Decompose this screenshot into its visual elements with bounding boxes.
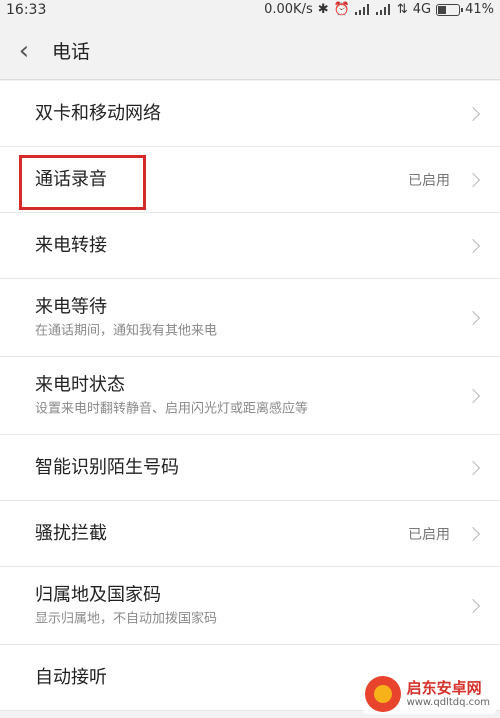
settings-item-call-waiting[interactable]: 来电等待 在通话期间，通知我有其他来电 xyxy=(0,279,500,357)
chevron-right-icon xyxy=(465,526,481,541)
battery-percent: 41% xyxy=(465,2,494,17)
chevron-right-icon xyxy=(465,598,481,613)
header: ‹ 电话 xyxy=(0,22,500,80)
chevron-right-icon xyxy=(465,460,481,475)
item-title: 智能识别陌生号码 xyxy=(35,456,179,478)
watermark: 启东安卓网 www.qdltdq.com xyxy=(362,674,496,714)
chevron-right-icon xyxy=(465,106,481,121)
item-subtitle: 显示归属地，不自动加拨国家码 xyxy=(35,611,218,626)
settings-item-harassment-block[interactable]: 骚扰拦截 已启用 xyxy=(0,501,500,567)
chevron-right-icon xyxy=(465,172,481,187)
chevron-right-icon xyxy=(465,238,481,253)
status-time: 16:33 xyxy=(6,2,47,18)
item-title: 来电转接 xyxy=(35,234,107,256)
item-title: 自动接听 xyxy=(35,666,107,688)
status-icons: 0.00K/s ✱ ⏰ ⇅ 4G 41% xyxy=(264,2,494,17)
settings-item-dual-sim[interactable]: 双卡和移动网络 xyxy=(0,81,500,147)
signal-icon xyxy=(354,4,371,15)
watermark-name: 启东安卓网 xyxy=(406,679,482,697)
item-title: 归属地及国家码 xyxy=(35,584,161,605)
item-title: 骚扰拦截 xyxy=(35,522,107,544)
bluetooth-icon: ✱ xyxy=(317,2,329,17)
item-subtitle: 设置来电时翻转静音、启用闪光灯或距离感应等 xyxy=(35,401,309,416)
highlight-box xyxy=(19,155,146,210)
back-button[interactable]: ‹ xyxy=(2,22,46,80)
settings-item-smart-identify[interactable]: 智能识别陌生号码 xyxy=(0,435,500,501)
item-subtitle: 在通话期间，通知我有其他来电 xyxy=(35,323,218,338)
item-title: 来电时状态 xyxy=(35,374,125,395)
chevron-left-icon: ‹ xyxy=(18,35,30,66)
signal-icon-2 xyxy=(375,4,392,15)
battery-icon xyxy=(436,3,464,16)
status-bar: 16:33 0.00K/s ✱ ⏰ ⇅ 4G 41% xyxy=(0,0,500,22)
settings-item-incoming-call-state[interactable]: 来电时状态 设置来电时翻转静音、启用闪光灯或距离感应等 xyxy=(0,357,500,435)
net-speed: 0.00K/s xyxy=(264,2,313,17)
watermark-url: www.qdltdq.com xyxy=(406,697,490,708)
battery-fill xyxy=(438,5,447,14)
settings-item-call-forwarding[interactable]: 来电转接 xyxy=(0,213,500,279)
item-title: 双卡和移动网络 xyxy=(35,102,161,124)
alarm-icon: ⏰ xyxy=(333,2,350,17)
chevron-right-icon xyxy=(465,310,481,325)
item-status: 已启用 xyxy=(408,172,450,189)
watermark-logo-icon xyxy=(364,676,401,712)
network-type: 4G xyxy=(412,2,432,17)
item-status: 已启用 xyxy=(408,526,450,543)
chevron-right-icon xyxy=(465,388,481,403)
item-title: 来电等待 xyxy=(35,296,107,317)
page-title: 电话 xyxy=(52,41,91,63)
data-transfer-icon: ⇅ xyxy=(396,2,408,17)
settings-item-region-code[interactable]: 归属地及国家码 显示归属地，不自动加拨国家码 xyxy=(0,567,500,645)
